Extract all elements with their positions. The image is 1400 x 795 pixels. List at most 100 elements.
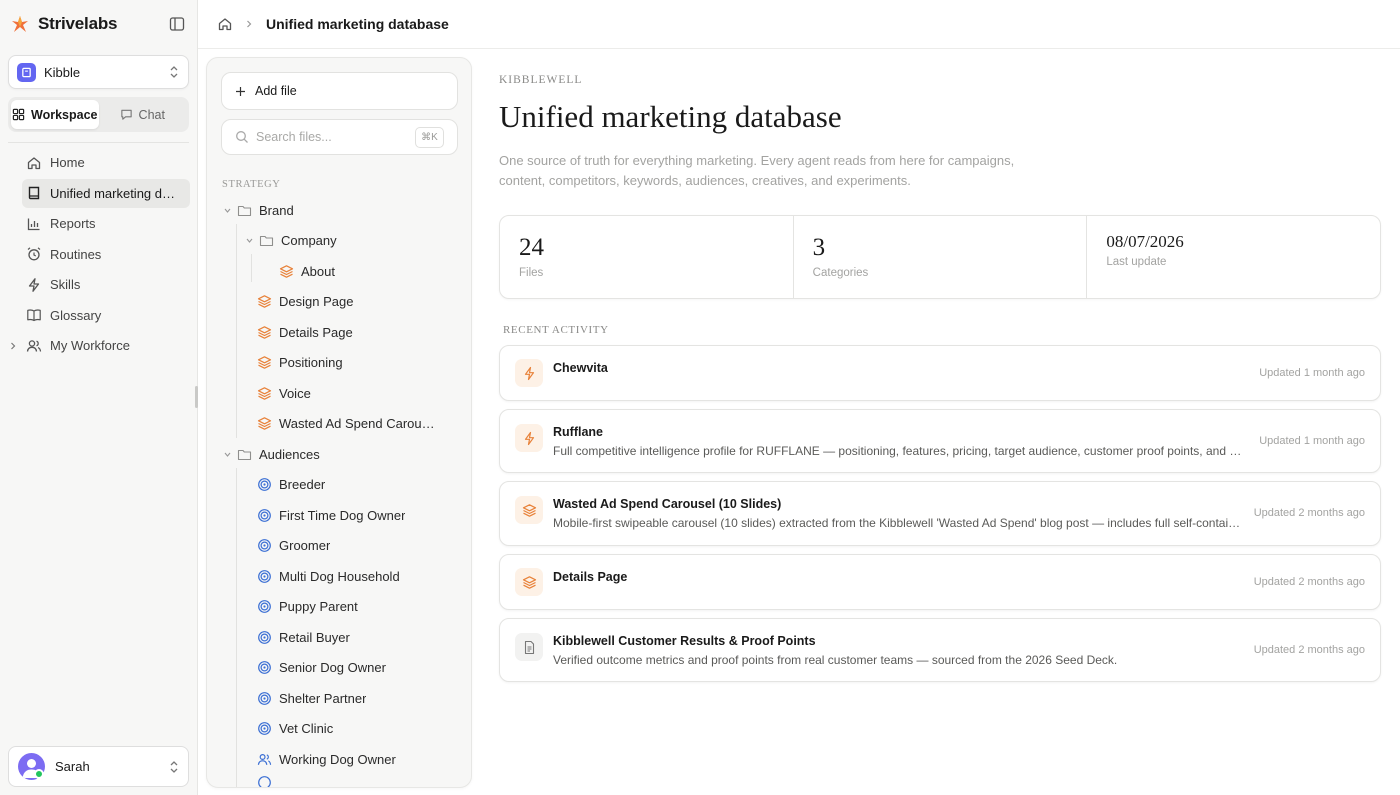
search-files-input[interactable]	[256, 130, 406, 144]
sidebar-item-routines[interactable]: Routines	[22, 240, 190, 269]
activity-description: Mobile-first swipeable carousel (10 slid…	[553, 516, 1243, 530]
target-icon	[257, 538, 272, 553]
open-book-icon	[26, 307, 42, 323]
tree-audience-vet-clinic[interactable]: Vet Clinic	[257, 714, 333, 742]
sidebar-item-reports[interactable]: Reports	[22, 209, 190, 238]
tab-chat-label: Chat	[138, 107, 165, 122]
sidebar-item-my-workforce[interactable]: My Workforce	[11, 331, 190, 360]
activity-title: Wasted Ad Spend Carousel (10 Slides)	[553, 497, 782, 511]
tree-item-label: Positioning	[279, 354, 343, 370]
tree-audience-breeder[interactable]: Breeder	[257, 470, 325, 498]
sidebar-item-unified-marketing-database[interactable]: Unified marketing database	[22, 178, 190, 208]
home-icon[interactable]	[217, 16, 233, 32]
tab-chat[interactable]: Chat	[99, 100, 187, 129]
activity-item[interactable]: Chewvita Updated 1 month ago	[499, 345, 1381, 401]
sidebar-item-label: Reports	[50, 216, 96, 231]
sidebar-resize-handle[interactable]	[195, 386, 198, 408]
layers-icon	[257, 355, 272, 370]
tree-doc-details-page[interactable]: Details Page	[257, 318, 353, 346]
workspace-name: Kibble	[44, 64, 81, 80]
stats-card: 24 Files 3 Categories 08/07/2026 Last up…	[499, 215, 1381, 299]
tree-audience-retail-buyer[interactable]: Retail Buyer	[257, 623, 350, 651]
activity-title: Chewvita	[553, 361, 608, 375]
book-icon	[26, 185, 42, 201]
activity-item[interactable]: Details Page Updated 2 months ago	[499, 554, 1381, 610]
activity-time: Updated 1 month ago	[1259, 435, 1365, 447]
sidebar-item-label: Unified marketing database	[50, 185, 182, 201]
sidebar-item-label: Home	[50, 155, 85, 170]
tree-audience-senior-dog-owner[interactable]: Senior Dog Owner	[257, 653, 386, 681]
tab-workspace-label: Workspace	[31, 107, 98, 122]
tree-item-label: Multi Dog Household	[279, 568, 400, 584]
tree-item-label: Vet Clinic	[279, 720, 334, 736]
sidebar-item-home[interactable]: Home	[22, 148, 190, 177]
tree-guide-line	[251, 254, 252, 282]
sidebar-item-glossary[interactable]: Glossary	[22, 301, 190, 330]
tree-audience-shelter-partner[interactable]: Shelter Partner	[257, 684, 366, 712]
sidebar-item-skills[interactable]: Skills	[22, 270, 190, 299]
activity-item[interactable]: Kibblewell Customer Results & Proof Poin…	[499, 618, 1381, 682]
activity-time: Updated 2 months ago	[1253, 507, 1365, 519]
tree-folder-company[interactable]: Company	[245, 226, 337, 254]
page-eyebrow: KIBBLEWELL	[499, 74, 583, 86]
target-icon	[257, 721, 272, 736]
tree-guide-line	[236, 224, 237, 438]
layers-icon	[279, 264, 294, 279]
workspace-selector[interactable]: Kibble	[8, 55, 189, 89]
layers-icon	[515, 568, 543, 596]
tree-audience-groomer[interactable]: Groomer	[257, 531, 330, 559]
tree-item-label: Voice	[279, 385, 311, 401]
target-icon	[257, 660, 272, 675]
tree-folder-brand[interactable]: Brand	[223, 196, 294, 224]
mode-switch: Workspace Chat	[8, 97, 189, 132]
online-status-dot	[34, 769, 44, 779]
tree-audience-working-dog-owner[interactable]: Working Dog Owner	[257, 745, 396, 773]
tab-workspace[interactable]: Workspace	[11, 100, 99, 129]
stat-categories: 3 Categories	[794, 216, 1088, 298]
user-menu[interactable]: Sarah	[8, 746, 189, 787]
add-file-label: Add file	[255, 84, 297, 98]
tree-item-label: Working Dog Owner	[279, 751, 396, 767]
layers-icon	[257, 325, 272, 340]
stat-label: Files	[519, 267, 544, 279]
activity-description: Full competitive intelligence profile fo…	[553, 444, 1243, 458]
home-icon	[26, 155, 42, 171]
tree-audience-puppy-parent[interactable]: Puppy Parent	[257, 592, 358, 620]
tree-item-label: Details Page	[279, 324, 353, 340]
tree-doc-wasted-ad-spend-carousel[interactable]: Wasted Ad Spend Carousel (10 Slides)	[257, 409, 441, 437]
sidebar-toggle-icon[interactable]	[168, 15, 186, 33]
tree-doc-design-page[interactable]: Design Page	[257, 287, 353, 315]
breadcrumb: Unified marketing database	[198, 0, 1400, 49]
avatar-wrapper	[18, 753, 45, 780]
workspace-badge-icon	[17, 62, 36, 82]
activity-item[interactable]: Rufflane Full competitive intelligence p…	[499, 409, 1381, 473]
tree-item-label: About	[301, 263, 335, 279]
activity-item[interactable]: Wasted Ad Spend Carousel (10 Slides) Mob…	[499, 481, 1381, 546]
sidebar-item-label: Glossary	[50, 307, 102, 323]
folder-icon	[237, 447, 252, 462]
lightning-icon	[515, 359, 543, 387]
strivelabs-logo-icon	[10, 14, 30, 34]
target-icon	[257, 508, 272, 523]
tree-doc-positioning[interactable]: Positioning	[257, 348, 343, 376]
add-file-button[interactable]: Add file	[221, 72, 458, 110]
chevron-right-icon[interactable]	[8, 341, 18, 351]
users-icon	[26, 338, 42, 354]
tree-audience-first-time-dog-owner[interactable]: First Time Dog Owner	[257, 501, 405, 529]
brand: Strivelabs	[10, 12, 186, 36]
plus-icon	[235, 86, 246, 97]
tree-item-label: Audiences	[259, 446, 320, 462]
sidebar-nav: Home Unified marketing database Reports …	[11, 148, 190, 362]
tree-item-label: Company	[281, 232, 337, 248]
tree-folder-audiences[interactable]: Audiences	[223, 440, 320, 468]
page-title: Unified marketing database	[499, 99, 842, 134]
target-icon	[257, 599, 272, 614]
target-icon	[257, 630, 272, 645]
tree-doc-about[interactable]: About	[279, 257, 335, 285]
tree-audience-multi-dog-household[interactable]: Multi Dog Household	[257, 562, 400, 590]
stat-value: 24	[519, 234, 544, 261]
divider	[8, 142, 189, 143]
tree-doc-voice[interactable]: Voice	[257, 379, 311, 407]
search-files: ⌘K	[221, 119, 458, 155]
folder-icon	[237, 203, 252, 218]
